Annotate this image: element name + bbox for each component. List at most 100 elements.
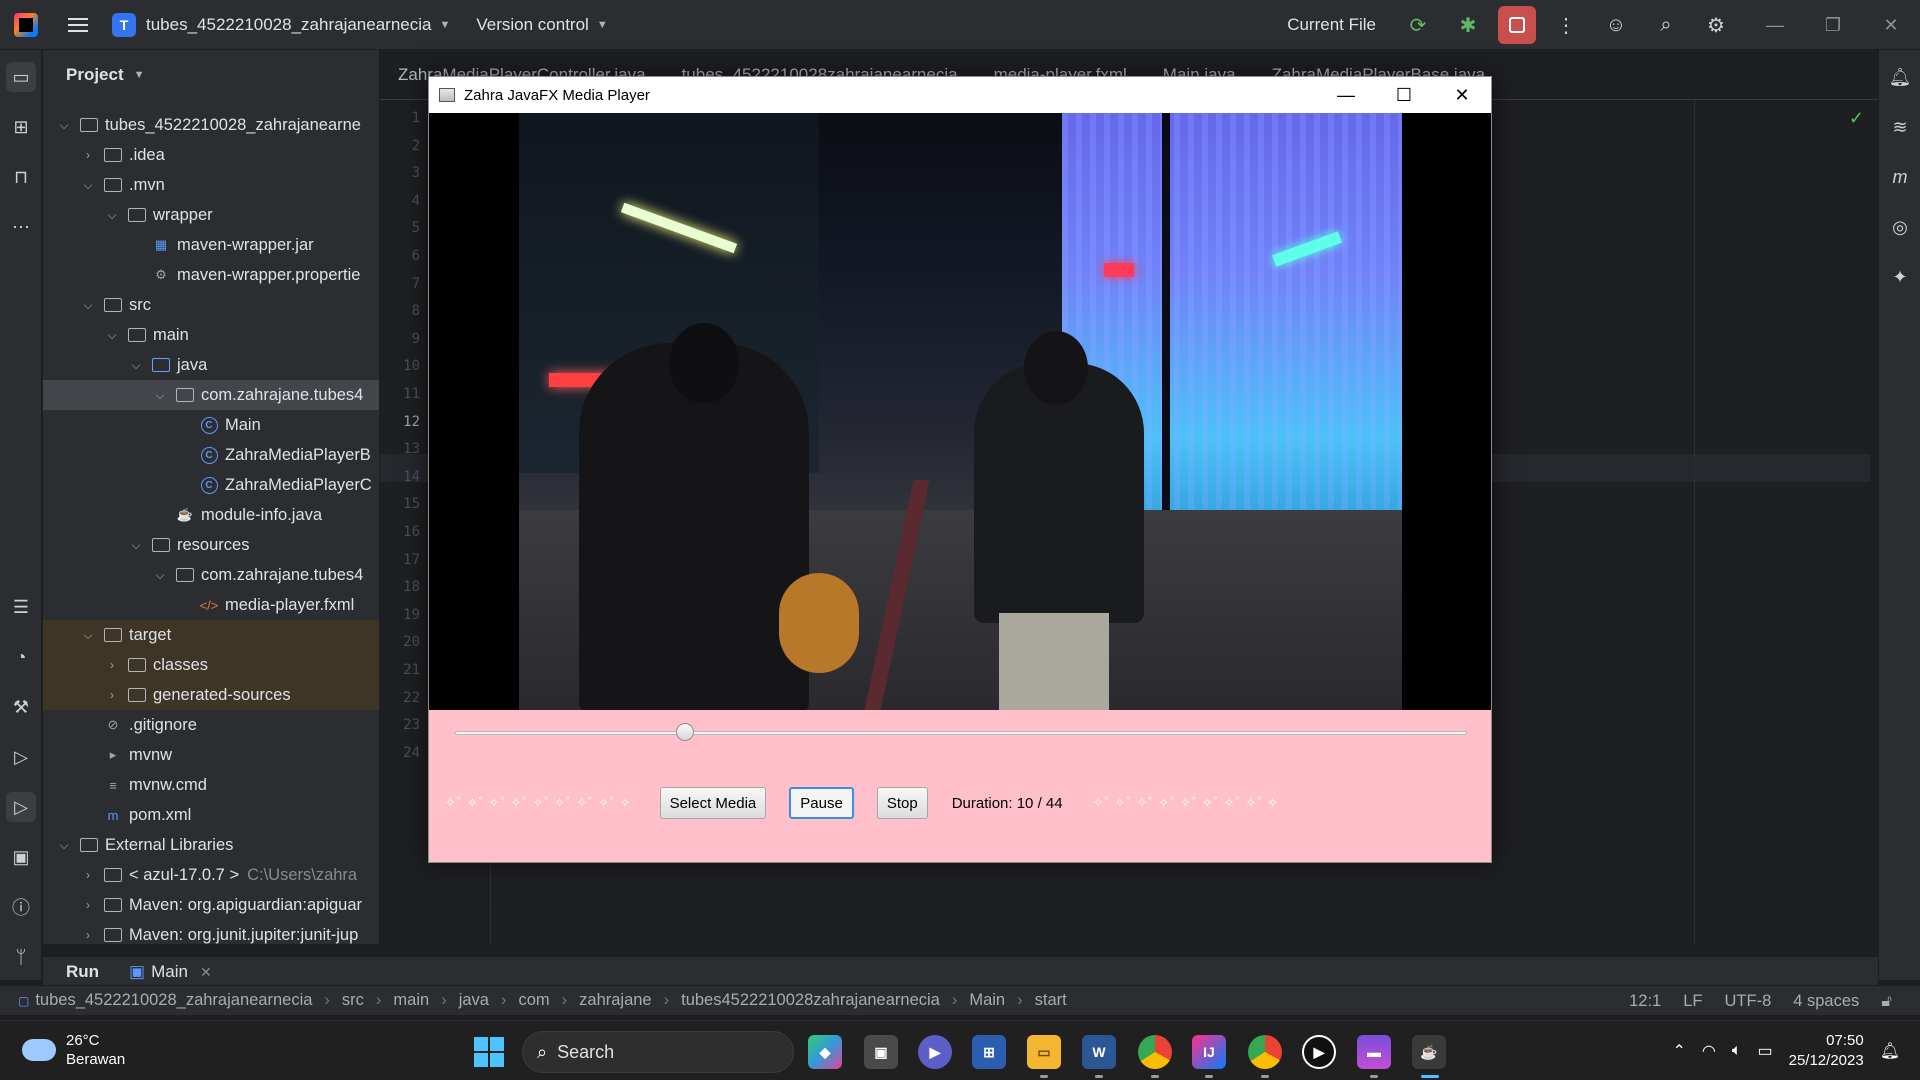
chevron-down-icon[interactable]: ⌵ [127, 538, 145, 553]
tree-item[interactable]: ⌵ .mvn [43, 170, 379, 200]
microsoft-store-icon[interactable]: ⊞ [972, 1035, 1006, 1069]
tree-item[interactable]: C ZahraMediaPlayerB [43, 440, 379, 470]
tree-item[interactable]: ⊘ .gitignore [43, 710, 379, 740]
chevron-down-icon[interactable]: ⌵ [103, 208, 121, 223]
project-switcher[interactable]: tubes_4522210028_zahrajanearnecia [146, 15, 431, 35]
tree-item[interactable]: › generated-sources [43, 680, 379, 710]
chevron-down-icon[interactable]: ⌵ [151, 568, 169, 583]
structure-icon[interactable]: ⊞ [6, 112, 36, 142]
minimize-icon[interactable]: — [1317, 77, 1375, 113]
task-view-icon[interactable]: ▣ [864, 1035, 898, 1069]
restore-icon[interactable]: ❐ [1804, 0, 1862, 50]
debug-icon[interactable]: ✱ [1448, 5, 1488, 45]
chevron-right-icon[interactable]: › [103, 688, 121, 702]
chevron-up-icon[interactable]: ⌃ [1673, 1041, 1686, 1061]
copilot-icon[interactable]: ◆ [808, 1035, 842, 1069]
word-icon[interactable]: W [1082, 1035, 1116, 1069]
chevron-down-icon[interactable]: ⌵ [55, 838, 73, 853]
chevron-down-icon[interactable]: ⌵ [151, 388, 169, 403]
stop-button[interactable] [1498, 6, 1536, 44]
chat-icon[interactable]: ▶ [918, 1035, 952, 1069]
volume-icon[interactable]: 🔈︎ [1732, 1042, 1742, 1060]
breadcrumb-item[interactable]: zahrajane [579, 991, 651, 1010]
database-icon[interactable]: ≋ [1885, 112, 1915, 142]
version-control-menu[interactable]: Version control [476, 15, 588, 35]
tree-item[interactable]: ⌵ com.zahrajane.tubes4 [43, 380, 379, 410]
line-ending[interactable]: LF [1683, 992, 1702, 1011]
profiler-icon[interactable]: ◔ [6, 642, 36, 672]
run-config-tab[interactable]: Main [151, 962, 188, 982]
taskbar-search[interactable]: ⌕ Search [522, 1031, 794, 1073]
file-explorer-icon[interactable]: ▭ [1027, 1035, 1061, 1069]
notification-bell-icon[interactable]: 🔔︎ [1880, 1041, 1900, 1061]
project-panel-title[interactable]: Project [66, 65, 124, 85]
select-media-button[interactable]: Select Media [659, 787, 767, 819]
windows-start-icon[interactable] [474, 1037, 504, 1067]
clipchamp-icon[interactable]: ▬ [1357, 1035, 1391, 1069]
maven-icon[interactable]: m [1885, 162, 1915, 192]
run-icon[interactable]: ▷ [6, 792, 36, 822]
chevron-down-icon[interactable]: ⌵ [79, 628, 97, 643]
seek-slider[interactable] [455, 731, 1467, 735]
breadcrumb-item[interactable]: start [1035, 991, 1067, 1010]
pause-button[interactable]: Pause [789, 787, 854, 819]
chrome-profile-icon[interactable] [1248, 1035, 1282, 1069]
notifications-bell-icon[interactable]: 🔔︎ [1885, 62, 1915, 92]
tree-item[interactable]: ⌵ wrapper [43, 200, 379, 230]
main-menu-icon[interactable] [68, 17, 88, 32]
lock-icon[interactable]: 🔓︎ [1881, 992, 1892, 1011]
tree-item[interactable]: ▦ maven-wrapper.jar [43, 230, 379, 260]
wifi-icon[interactable]: ◠ [1702, 1041, 1716, 1061]
rerun-icon[interactable]: ⟳ [1398, 5, 1438, 45]
seek-slider-thumb[interactable] [676, 723, 695, 741]
weather-widget[interactable]: 26°C Berawan [16, 1031, 125, 1069]
tree-item[interactable]: m pom.xml [43, 800, 379, 830]
breadcrumb-item[interactable]: Main [969, 991, 1005, 1010]
tree-item[interactable]: C Main [43, 410, 379, 440]
media-player-title-bar[interactable]: Zahra JavaFX Media Player — ☐ ✕ [429, 77, 1491, 113]
search-icon[interactable]: ⌕ [1646, 5, 1686, 45]
battery-icon[interactable]: ▭ [1757, 1041, 1772, 1061]
todo-list-icon[interactable]: ☰ [6, 592, 36, 622]
tree-item[interactable]: ⌵ tubes_4522210028_zahrajanearne [43, 110, 379, 140]
breadcrumb-item[interactable]: src [342, 991, 364, 1010]
clock[interactable]: 07:50 25/12/2023 [1789, 1031, 1864, 1071]
maximize-icon[interactable]: ☐ [1375, 77, 1433, 113]
tree-item[interactable]: › Maven: org.junit.jupiter:junit-jup [43, 920, 379, 944]
chevron-down-icon[interactable]: ⌵ [55, 118, 73, 133]
chevron-right-icon[interactable]: › [79, 928, 97, 942]
tree-item[interactable]: ⌵ java [43, 350, 379, 380]
tree-item[interactable]: ⚙ maven-wrapper.propertie [43, 260, 379, 290]
tree-item[interactable]: ☕ module-info.java [43, 500, 379, 530]
chevron-right-icon[interactable]: › [79, 898, 97, 912]
terminal-icon[interactable]: ▣ [6, 842, 36, 872]
ai-assistant-icon[interactable]: ✦ [1885, 262, 1915, 292]
tree-item[interactable]: › < azul-17.0.7 > C:\Users\zahra [43, 860, 379, 890]
chevron-right-icon[interactable]: › [103, 658, 121, 672]
chevron-down-icon[interactable]: ⌵ [79, 298, 97, 313]
breadcrumb-item[interactable]: java [459, 991, 489, 1010]
video-view[interactable] [429, 113, 1491, 710]
build-hammer-icon[interactable]: ⚒ [6, 692, 36, 722]
chrome-icon[interactable] [1138, 1035, 1172, 1069]
chevron-down-icon[interactable]: ⌵ [79, 178, 97, 193]
more-icon[interactable]: ⋮ [1546, 5, 1586, 45]
media-player-icon[interactable]: ▶ [1302, 1035, 1336, 1069]
breadcrumb-item[interactable]: tubes_4522210028_zahrajanearnecia [35, 991, 312, 1010]
close-tab-icon[interactable]: ✕ [200, 964, 212, 981]
indent-setting[interactable]: 4 spaces [1793, 992, 1859, 1011]
stop-button[interactable]: Stop [876, 787, 928, 819]
tree-item[interactable]: › Maven: org.apiguardian:apiguar [43, 890, 379, 920]
breadcrumb-item[interactable]: tubes4522210028zahrajanearnecia [681, 991, 940, 1010]
minimize-icon[interactable]: — [1746, 0, 1804, 50]
bookmark-icon[interactable]: ⊓ [6, 162, 36, 192]
project-folder-icon[interactable]: ▭ [6, 62, 36, 92]
tree-item[interactable]: ⌵ com.zahrajane.tubes4 [43, 560, 379, 590]
intellij-icon[interactable]: IJ [1192, 1035, 1226, 1069]
endpoints-icon[interactable]: ◎ [1885, 212, 1915, 242]
tree-item[interactable]: ≡ mvnw.cmd [43, 770, 379, 800]
tree-item[interactable]: ⌵ main [43, 320, 379, 350]
git-branch-icon[interactable]: ᛘ [6, 942, 36, 972]
tree-item[interactable]: ⌵ External Libraries [43, 830, 379, 860]
tree-item[interactable]: C ZahraMediaPlayerC [43, 470, 379, 500]
